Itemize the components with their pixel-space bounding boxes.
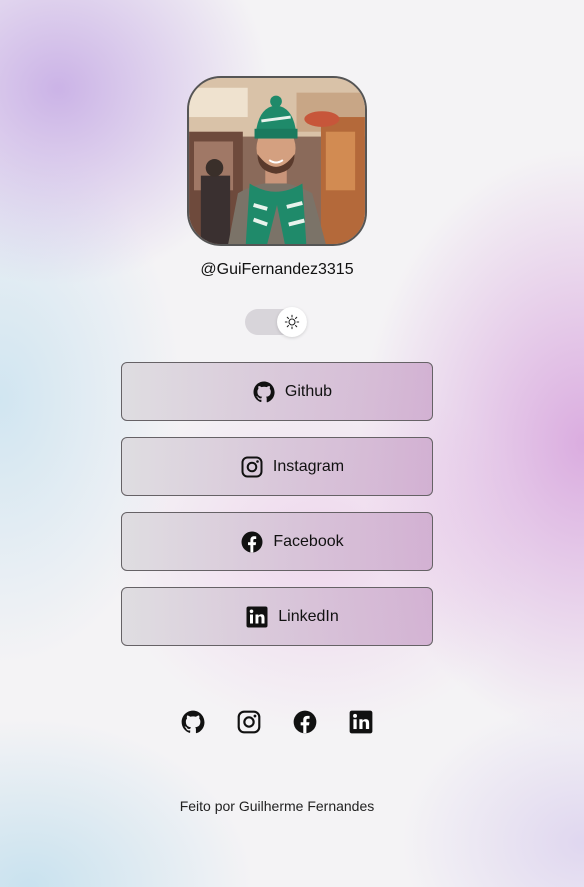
linkedin-link-button[interactable]: LinkedIn [121, 587, 433, 646]
linkedin-icon[interactable] [348, 709, 374, 735]
profile-handle: @GuiFernandez3315 [200, 261, 354, 278]
instagram-icon[interactable] [236, 709, 262, 735]
social-icon-row [180, 709, 404, 735]
link-list: Github Instagram Facebook LinkedIn [121, 362, 433, 662]
facebook-icon[interactable] [292, 709, 318, 735]
avatar-photo [189, 78, 365, 244]
instagram-icon [240, 455, 264, 479]
facebook-icon [240, 530, 264, 554]
instagram-link-label: Instagram [272, 457, 345, 475]
footer-credit: Feito por Guilherme Fernandes [179, 798, 375, 814]
sun-icon [284, 314, 300, 330]
instagram-link-button[interactable]: Instagram [121, 437, 433, 496]
page: @GuiFernandez3315 Github Instagram Faceb… [0, 0, 584, 887]
github-icon[interactable] [180, 709, 206, 735]
linkedin-link-label: LinkedIn [278, 607, 339, 625]
github-link-button[interactable]: Github [121, 362, 433, 421]
theme-toggle-knob[interactable] [277, 307, 307, 337]
github-link-label: Github [284, 382, 333, 400]
theme-toggle[interactable] [245, 307, 307, 337]
linkedin-icon [245, 605, 269, 629]
github-icon [252, 380, 276, 404]
avatar [187, 76, 367, 246]
facebook-link-button[interactable]: Facebook [121, 512, 433, 571]
facebook-link-label: Facebook [273, 532, 344, 550]
